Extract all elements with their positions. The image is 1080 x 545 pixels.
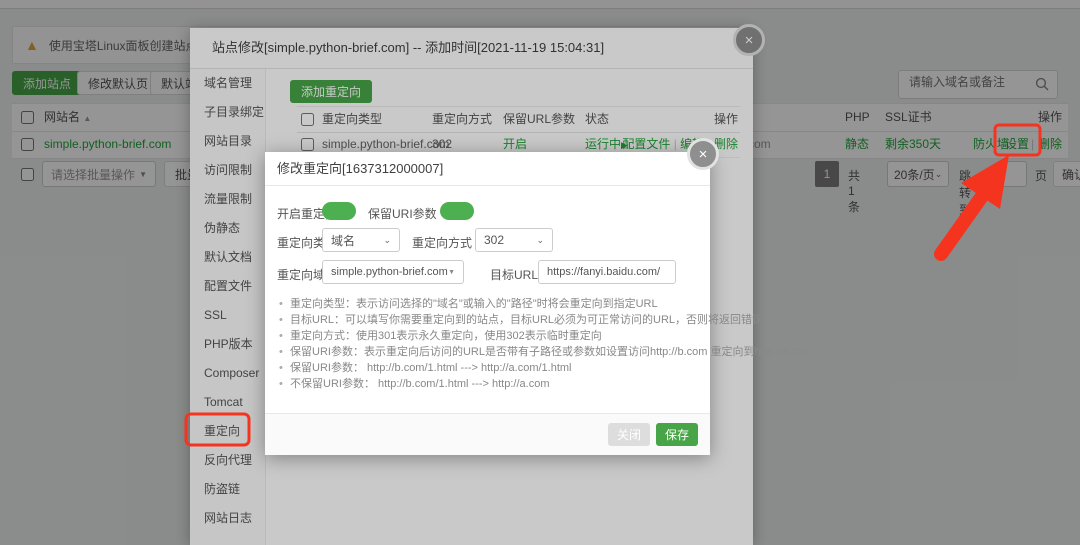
edit-redirect-modal: 修改重定向[1637312000007] × 开启重定向 保留URI参数 重定向… <box>265 152 710 455</box>
save-button[interactable]: 保存 <box>656 423 698 446</box>
close-button[interactable]: 关闭 <box>608 423 650 446</box>
edit-redirect-header: 修改重定向[1637312000007] <box>265 152 710 186</box>
target-url-input[interactable] <box>538 260 676 284</box>
tip-line: 目标URL：可以填写你需要重定向到的站点，目标URL必须为可正常访问的URL，否… <box>277 312 702 328</box>
redirect-type-select[interactable]: 域名 ⌄ <box>322 228 400 252</box>
redirect-tips: 重定向类型：表示访问选择的"域名"或输入的"路径"时将会重定向到指定URL 目标… <box>277 296 702 392</box>
tip-line: 保留URI参数： http://b.com/1.html ---> http:/… <box>277 360 702 376</box>
caret-down-icon: ▼ <box>448 269 455 276</box>
edit-redirect-footer: 关闭 保存 <box>265 413 710 455</box>
edit-redirect-close-icon[interactable]: × <box>687 138 719 170</box>
keep-uri-toggle[interactable] <box>440 202 474 220</box>
target-url-label: 目标URL <box>490 266 538 283</box>
screen: ▲ 使用宝塔Linux面板创建站点时会自动创 添加站点 修改默认页 默认站点 网… <box>0 0 1080 545</box>
tip-line: 保留URI参数：表示重定向后访问的URL是否带有子路径或参数如设置访问http:… <box>277 344 702 360</box>
redirect-domain-select[interactable]: simple.python-brief.com ▼ <box>322 260 464 284</box>
chevron-down-icon: ⌄ <box>536 235 544 246</box>
redirect-method-label: 重定向方式 <box>412 234 472 251</box>
redirect-method-select[interactable]: 302 ⌄ <box>475 228 553 252</box>
chevron-down-icon: ⌄ <box>383 235 391 246</box>
enable-redirect-toggle[interactable] <box>322 202 356 220</box>
tip-line: 重定向方式：使用301表示永久重定向，使用302表示临时重定向 <box>277 328 702 344</box>
tip-line: 重定向类型：表示访问选择的"域名"或输入的"路径"时将会重定向到指定URL <box>277 296 702 312</box>
keep-uri-label: 保留URI参数 <box>368 205 437 222</box>
tip-line: 不保留URI参数： http://b.com/1.html ---> http:… <box>277 376 702 392</box>
